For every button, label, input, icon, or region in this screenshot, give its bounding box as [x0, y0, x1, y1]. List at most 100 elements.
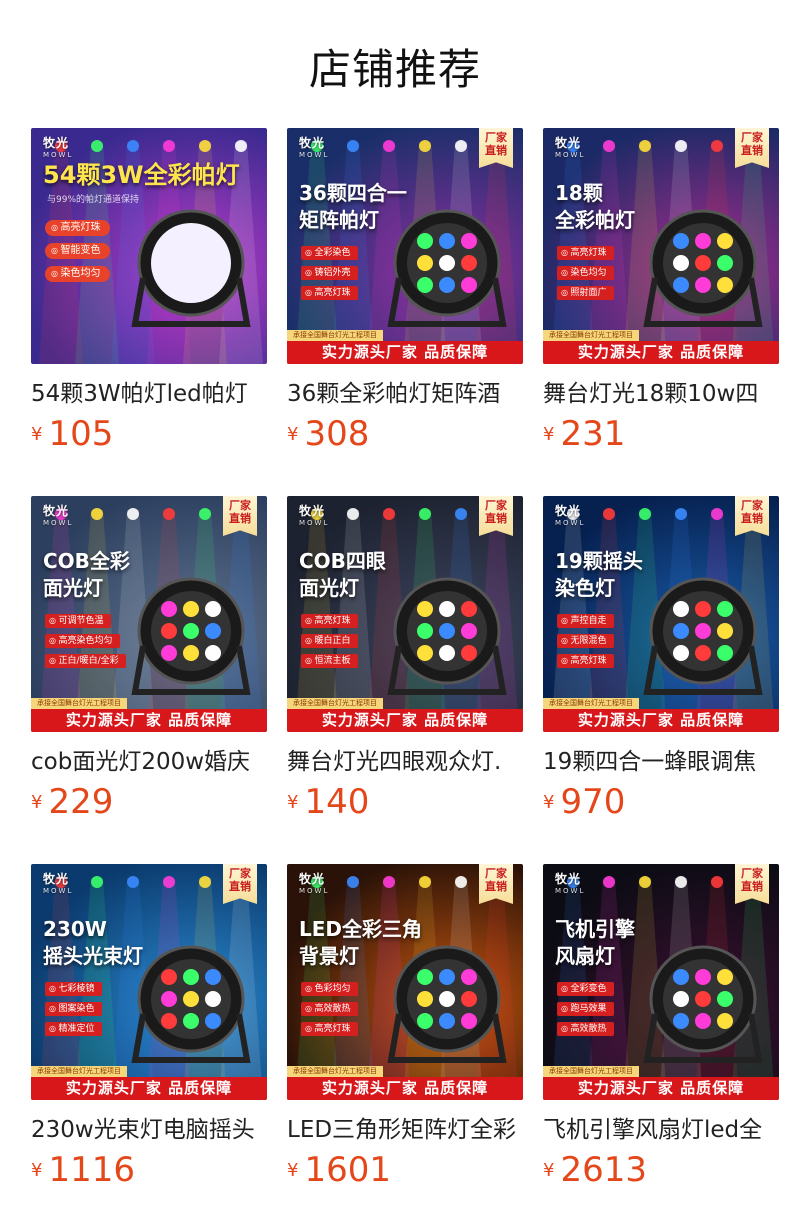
feature-tag: 色彩均匀 — [301, 982, 358, 996]
brand-en: MOWL — [555, 151, 586, 159]
product-price: ¥231 — [543, 414, 779, 454]
feature-tag: 高效散热 — [557, 1022, 614, 1036]
feature-tag: 暖白正白 — [301, 634, 358, 648]
promo-bar-text: 实力源头厂家 品质保障 — [287, 1077, 523, 1100]
feature-tag: 声控自走 — [557, 614, 614, 628]
promo-strip: 承接全国舞台灯光工程项目 实力源头厂家 品质保障 — [543, 330, 779, 364]
product-name[interactable]: 舞台灯光四眼观众灯. — [287, 748, 523, 776]
product-price: ¥2613 — [543, 1150, 779, 1190]
promo-small-text: 承接全国舞台灯光工程项目 — [287, 1066, 383, 1077]
promo-bar-text: 实力源头厂家 品质保障 — [31, 1077, 267, 1100]
brand-en: MOWL — [299, 519, 330, 527]
image-headline: COB四眼 面光灯 — [299, 549, 386, 600]
image-headline: 36颗四合一 矩阵帕灯 — [299, 181, 407, 232]
brand-logo: 牧光 MOWL — [299, 505, 329, 529]
feature-tag: 高亮灯珠 — [557, 246, 614, 260]
product-name[interactable]: 19颗四合一蜂眼调焦 — [543, 748, 779, 776]
product-name[interactable]: 54颗3W帕灯led帕灯 — [31, 380, 267, 408]
page-title: 店铺推荐 — [308, 45, 481, 94]
product-card[interactable]: 牧光MOWL 厂家 直销飞机引擎 风扇灯全彩变色跑马效果高效散热承接全国舞台灯光工… — [543, 864, 779, 1190]
product-name[interactable]: 飞机引擎风扇灯led全 — [543, 1116, 779, 1144]
image-headline: 54颗3W全彩帕灯 — [43, 161, 240, 189]
brand-logo: 牧光 MOWL — [43, 505, 73, 529]
brand-name: 牧光 — [555, 872, 582, 886]
product-name[interactable]: 36颗全彩帕灯矩阵酒 — [287, 380, 523, 408]
image-subline: 与99%的帕灯通道保持 — [47, 195, 140, 205]
factory-direct-badge: 厂家 直销 — [735, 128, 769, 168]
promo-strip: 承接全国舞台灯光工程项目 实力源头厂家 品质保障 — [543, 698, 779, 732]
price-value: 308 — [304, 414, 370, 454]
feature-tag: 染色均匀 — [45, 266, 110, 282]
feature-tag: 染色均匀 — [557, 266, 614, 280]
product-name[interactable]: 230w光束灯电脑摇头 — [31, 1116, 267, 1144]
promo-small-text: 承接全国舞台灯光工程项目 — [543, 1066, 639, 1077]
product-image[interactable]: 牧光MOWL 厂家 直销飞机引擎 风扇灯全彩变色跑马效果高效散热承接全国舞台灯光工… — [543, 864, 779, 1100]
product-card[interactable]: 牧光MOWL 厂家 直销 COB四眼 面光灯高亮灯珠暖白正白恒流主板承接全国舞台灯光… — [287, 496, 523, 822]
brand-logo: 牧光 MOWL — [555, 137, 585, 161]
feature-tag: 全彩染色 — [301, 246, 358, 260]
promo-small-text: 承接全国舞台灯光工程项目 — [31, 698, 127, 709]
price-value: 2613 — [560, 1150, 647, 1190]
product-image[interactable]: 牧光MOWL 厂家 直销 36颗四合一 矩阵帕灯全彩染色铸铝外壳高亮灯珠承接全国舞台… — [287, 128, 523, 364]
price-value: 1601 — [304, 1150, 391, 1190]
brand-name: 牧光 — [299, 504, 326, 518]
product-image[interactable]: 牧光MOWL 厂家 直销 COB全彩 面光灯可调节色温高亮染色均匀正白/暖白/全彩承… — [31, 496, 267, 732]
product-card[interactable]: 牧光MOWL 厂家 直销 LED全彩三角 背景灯色彩均匀高效散热高亮灯珠承接全国舞台… — [287, 864, 523, 1190]
feature-tag: 正白/暖白/全彩 — [45, 654, 126, 668]
brand-logo: 牧光 MOWL — [43, 873, 73, 897]
brand-logo: 牧光 MOWL — [555, 873, 585, 897]
feature-list: 高亮灯珠智能变色染色均匀 — [45, 220, 110, 289]
price-value: 105 — [48, 414, 114, 454]
product-card[interactable]: 牧光MOWL 厂家 直销 18颗 全彩帕灯高亮灯珠染色均匀照射面广承接全国舞台灯光工… — [543, 128, 779, 454]
brand-en: MOWL — [43, 151, 74, 159]
feature-list: 高亮灯珠暖白正白恒流主板 — [301, 614, 358, 674]
feature-tag: 高亮染色均匀 — [45, 634, 120, 648]
product-card[interactable]: 牧光MOWL 厂家 直销 COB全彩 面光灯可调节色温高亮染色均匀正白/暖白/全彩承… — [31, 496, 267, 822]
product-image[interactable]: 牧光MOWL 厂家 直销 19颗摇头 染色灯声控自走无限混色高亮灯珠承接全国舞台灯光… — [543, 496, 779, 732]
product-name[interactable]: LED三角形矩阵灯全彩 — [287, 1116, 523, 1144]
promo-bar-text: 实力源头厂家 品质保障 — [543, 341, 779, 364]
feature-list: 全彩染色铸铝外壳高亮灯珠 — [301, 246, 358, 306]
promo-strip: 承接全国舞台灯光工程项目 实力源头厂家 品质保障 — [287, 698, 523, 732]
price-value: 970 — [560, 782, 626, 822]
product-card[interactable]: 牧光MOWL 厂家 直销 230W 摇头光束灯七彩棱镜图案染色精准定位承接全国舞台灯… — [31, 864, 267, 1190]
product-name[interactable]: 舞台灯光18颗10w四 — [543, 380, 779, 408]
product-image[interactable]: 牧光MOWL 厂家 直销 COB四眼 面光灯高亮灯珠暖白正白恒流主板承接全国舞台灯光… — [287, 496, 523, 732]
currency-symbol: ¥ — [31, 1159, 43, 1181]
brand-name: 牧光 — [299, 136, 326, 150]
brand-name: 牧光 — [43, 504, 70, 518]
brand-logo: 牧光 MOWL — [555, 505, 585, 529]
product-image[interactable]: 牧光MOWL54颗3W全彩帕灯与99%的帕灯通道保持高亮灯珠智能变色染色均匀 — [31, 128, 267, 364]
product-card[interactable]: 牧光MOWL54颗3W全彩帕灯与99%的帕灯通道保持高亮灯珠智能变色染色均匀54… — [31, 128, 267, 454]
brand-logo: 牧光 MOWL — [299, 137, 329, 161]
product-image[interactable]: 牧光MOWL 厂家 直销 LED全彩三角 背景灯色彩均匀高效散热高亮灯珠承接全国舞台… — [287, 864, 523, 1100]
feature-tag: 高效散热 — [301, 1002, 358, 1016]
feature-tag: 高亮灯珠 — [301, 1022, 358, 1036]
promo-bar-text: 实力源头厂家 品质保障 — [543, 1077, 779, 1100]
factory-direct-badge: 厂家 直销 — [479, 864, 513, 904]
product-card[interactable]: 牧光MOWL 厂家 直销 19颗摇头 染色灯声控自走无限混色高亮灯珠承接全国舞台灯光… — [543, 496, 779, 822]
promo-bar-text: 实力源头厂家 品质保障 — [31, 709, 267, 732]
promo-strip: 承接全国舞台灯光工程项目 实力源头厂家 品质保障 — [31, 1066, 267, 1100]
currency-symbol: ¥ — [287, 1159, 299, 1181]
promo-bar-text: 实力源头厂家 品质保障 — [287, 709, 523, 732]
promo-strip: 承接全国舞台灯光工程项目 实力源头厂家 品质保障 — [543, 1066, 779, 1100]
product-image[interactable]: 牧光MOWL 厂家 直销 230W 摇头光束灯七彩棱镜图案染色精准定位承接全国舞台灯… — [31, 864, 267, 1100]
feature-list: 全彩变色跑马效果高效散热 — [557, 982, 614, 1042]
feature-tag: 高亮灯珠 — [301, 286, 358, 300]
factory-direct-badge: 厂家 直销 — [479, 496, 513, 536]
feature-tag: 高亮灯珠 — [301, 614, 358, 628]
brand-en: MOWL — [43, 519, 74, 527]
product-card[interactable]: 牧光MOWL 厂家 直销 36颗四合一 矩阵帕灯全彩染色铸铝外壳高亮灯珠承接全国舞台… — [287, 128, 523, 454]
product-price: ¥229 — [31, 782, 267, 822]
brand-name: 牧光 — [555, 136, 582, 150]
feature-tag: 无限混色 — [557, 634, 614, 648]
brand-en: MOWL — [299, 151, 330, 159]
feature-tag: 七彩棱镜 — [45, 982, 102, 996]
currency-symbol: ¥ — [31, 423, 43, 445]
factory-direct-badge: 厂家 直销 — [735, 496, 769, 536]
product-image[interactable]: 牧光MOWL 厂家 直销 18颗 全彩帕灯高亮灯珠染色均匀照射面广承接全国舞台灯光工… — [543, 128, 779, 364]
promo-small-text: 承接全国舞台灯光工程项目 — [543, 698, 639, 709]
product-name[interactable]: cob面光灯200w婚庆 — [31, 748, 267, 776]
brand-en: MOWL — [555, 519, 586, 527]
